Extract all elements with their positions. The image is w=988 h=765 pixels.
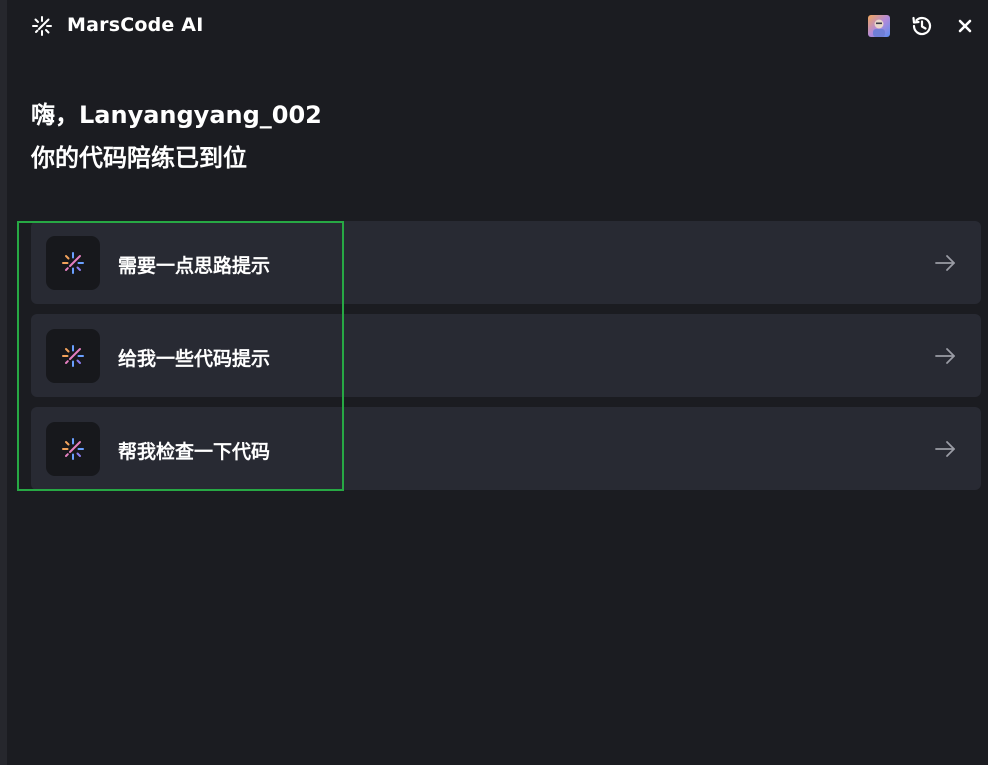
option-label: 需要一点思路提示 <box>118 255 271 277</box>
arrow-right-icon <box>934 345 956 367</box>
option-hint-idea[interactable]: 需要一点思路提示 <box>31 221 981 304</box>
sparkle-icon <box>46 422 100 476</box>
greeting: 嗨，Lanyangyang_002 你的代码陪练已到位 <box>31 94 322 180</box>
sparkle-icon <box>46 329 100 383</box>
header: MarsCode AI <box>7 0 988 56</box>
option-code-hint[interactable]: 给我一些代码提示 <box>31 314 981 397</box>
greeting-line-1: 嗨，Lanyangyang_002 <box>31 101 322 129</box>
avatar[interactable] <box>868 15 890 37</box>
greeting-line-2: 你的代码陪练已到位 <box>31 144 247 172</box>
sparkle-icon <box>31 15 53 37</box>
option-list: 需要一点思路提示 给我一些代码提示 帮我检查一下代码 <box>31 221 981 500</box>
app-title: MarsCode AI <box>67 14 204 36</box>
option-check-code[interactable]: 帮我检查一下代码 <box>31 407 981 490</box>
close-icon[interactable] <box>955 16 975 36</box>
window-edge <box>0 0 7 765</box>
option-label: 帮我检查一下代码 <box>118 441 271 463</box>
arrow-right-icon <box>934 252 956 274</box>
sparkle-icon <box>46 236 100 290</box>
arrow-right-icon <box>934 438 956 460</box>
history-icon[interactable] <box>909 13 935 39</box>
option-label: 给我一些代码提示 <box>118 348 271 370</box>
